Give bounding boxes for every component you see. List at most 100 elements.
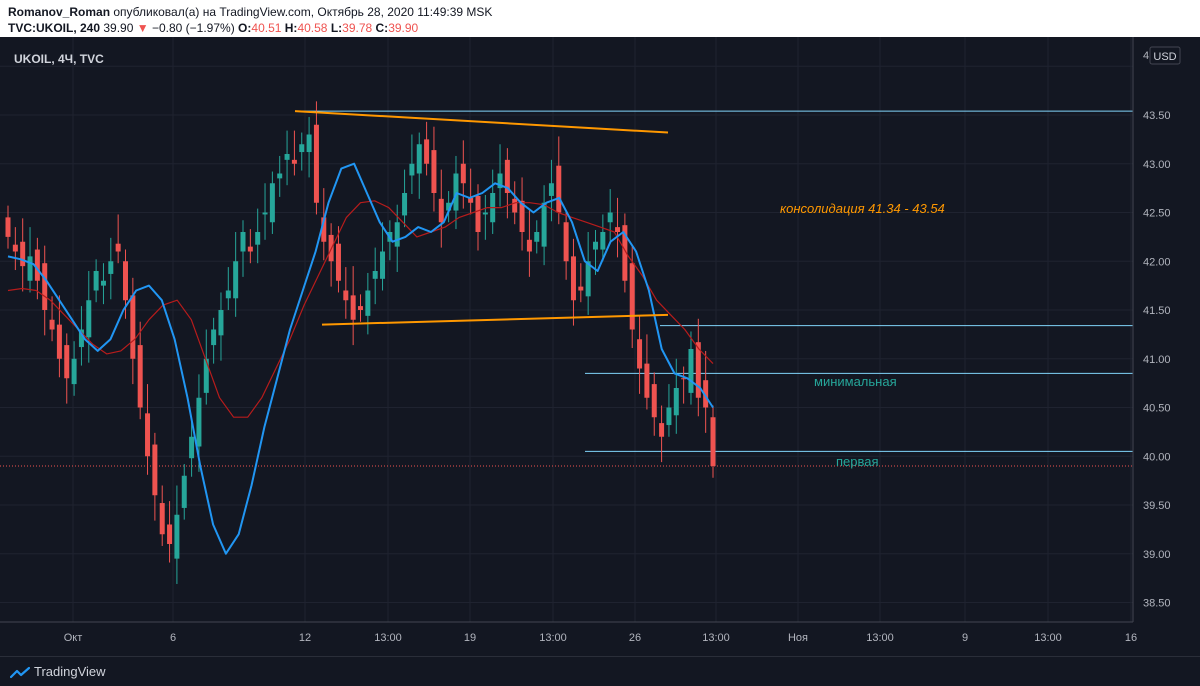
candle-body (644, 363, 650, 398)
annotations: консолидация 41.34 - 43.54 минимальная пер… (780, 201, 945, 469)
candle-body (343, 290, 349, 301)
time-tick-label: 12 (299, 632, 311, 644)
author-name[interactable]: Romanov_Roman (8, 5, 110, 19)
candle-body (5, 217, 11, 237)
candle-body (541, 202, 547, 247)
candle-body (269, 183, 275, 223)
tradingview-logo-icon (10, 666, 30, 678)
candle-body (277, 173, 283, 179)
candle-body (526, 239, 532, 252)
time-tick-label: 6 (170, 632, 176, 644)
candle-body (534, 232, 540, 242)
candle-body (512, 198, 518, 213)
candle-body (211, 329, 217, 346)
annotation-text: первая (836, 454, 879, 469)
candle-body (666, 407, 672, 426)
high-value: 40.58 (297, 21, 328, 35)
candle-body (556, 165, 562, 213)
candle-body (291, 159, 297, 164)
chart-area[interactable]: 43.5441.3440.8540.0539.9001:10:23 консол… (0, 37, 1200, 656)
time-tick-label: 9 (962, 632, 968, 644)
candle-body (460, 163, 466, 184)
candle-body (424, 139, 430, 164)
candle-body (673, 388, 679, 416)
chart-header: Romanov_Roman опубликовал(а) на TradingV… (0, 0, 1200, 37)
time-tick-label: 19 (464, 632, 476, 644)
candle-body (482, 212, 488, 215)
candle-body (607, 212, 613, 223)
time-axis[interactable]: Окт 6 12 13:00 19 13:00 26 13:00 Ноя 13:00 9 13:00 1… (0, 621, 1137, 644)
candle-body (402, 193, 408, 216)
annotation-text: минимальная (814, 374, 897, 389)
candle-body (71, 358, 77, 385)
candle-body (578, 286, 584, 291)
candle-body (688, 349, 694, 393)
symbol-interval[interactable]: TVC:UKOIL, 240 (8, 21, 100, 35)
candle-body (49, 319, 55, 330)
trend-line-lower (321, 313, 669, 326)
candle-body (240, 232, 246, 252)
candle-body (225, 290, 231, 299)
price-tick-label: 38.50 (1143, 598, 1171, 610)
currency-label: USD (1153, 51, 1176, 63)
ohlc-line: TVC:UKOIL, 240 39.90 ▼ −0.80 (−1.97%) O:… (8, 21, 418, 35)
candle-body (438, 198, 444, 223)
candle-body (218, 310, 224, 336)
candle-body (284, 154, 290, 160)
price-tick-label: 41.50 (1143, 305, 1171, 317)
candle-body (372, 271, 378, 279)
candle-body (100, 280, 106, 286)
candle-body (34, 249, 40, 281)
price-tick-label: 43.50 (1143, 110, 1171, 122)
candle-body (416, 144, 422, 174)
time-tick-label: Ноя (788, 632, 808, 644)
candle-body (651, 384, 657, 418)
price-tick-label: 39.00 (1143, 549, 1171, 561)
open-label: O: (238, 21, 252, 35)
candle-body (431, 150, 437, 193)
time-tick-label: 13:00 (702, 632, 730, 644)
time-tick-label: Окт (64, 632, 83, 644)
price-tick-label: 4 (1143, 50, 1149, 62)
tradingview-brand[interactable]: TradingView (10, 664, 106, 680)
price-tick-label: 40.50 (1143, 403, 1171, 415)
candlestick-chart[interactable]: 43.5441.3440.8540.0539.9001:10:23 консол… (0, 37, 1200, 656)
candle-body (145, 413, 151, 457)
candle-body (181, 475, 187, 508)
price-axis[interactable]: 38.50 39.00 39.50 40.00 40.50 41.00 41.50 42.00… (1132, 37, 1200, 656)
candle-body (453, 173, 459, 211)
candle-body (108, 261, 114, 274)
candle-body (358, 306, 363, 310)
annotation-text: консолидация 41.34 - 43.54 (780, 201, 945, 216)
published-text: опубликовал(а) на TradingView.com, Октяб… (113, 5, 493, 19)
candle-body (189, 436, 195, 459)
candle-body (585, 261, 591, 297)
candle-body (123, 261, 128, 301)
candle-body (380, 251, 386, 279)
candle-body (299, 144, 305, 153)
low-value: 39.78 (342, 21, 373, 35)
candle-body (12, 244, 18, 252)
close-value: 39.90 (388, 21, 419, 35)
candle-body (93, 271, 99, 291)
price-tick-label: 43.00 (1143, 159, 1171, 171)
price-tick-label: 39.50 (1143, 500, 1171, 512)
close-label: C: (375, 21, 389, 35)
time-tick-label: 13:00 (866, 632, 894, 644)
candle-body (629, 263, 635, 330)
candle-body (335, 243, 341, 281)
time-tick-label: 13:00 (374, 632, 402, 644)
candle-body (306, 134, 312, 153)
candle-body (42, 263, 48, 310)
brand-name: TradingView (34, 664, 106, 679)
change-arrow-icon: ▼ (136, 21, 149, 35)
price-change: −0.80 (−1.97%) (151, 21, 235, 35)
candle-body (27, 256, 33, 281)
time-tick-label: 26 (629, 632, 641, 644)
candle-body (255, 232, 261, 245)
candle-body (350, 295, 356, 320)
candle-body (570, 256, 576, 301)
candle-body (56, 324, 62, 359)
candle-body (593, 241, 598, 250)
publication-line: Romanov_Roman опубликовал(а) на TradingV… (8, 5, 492, 19)
